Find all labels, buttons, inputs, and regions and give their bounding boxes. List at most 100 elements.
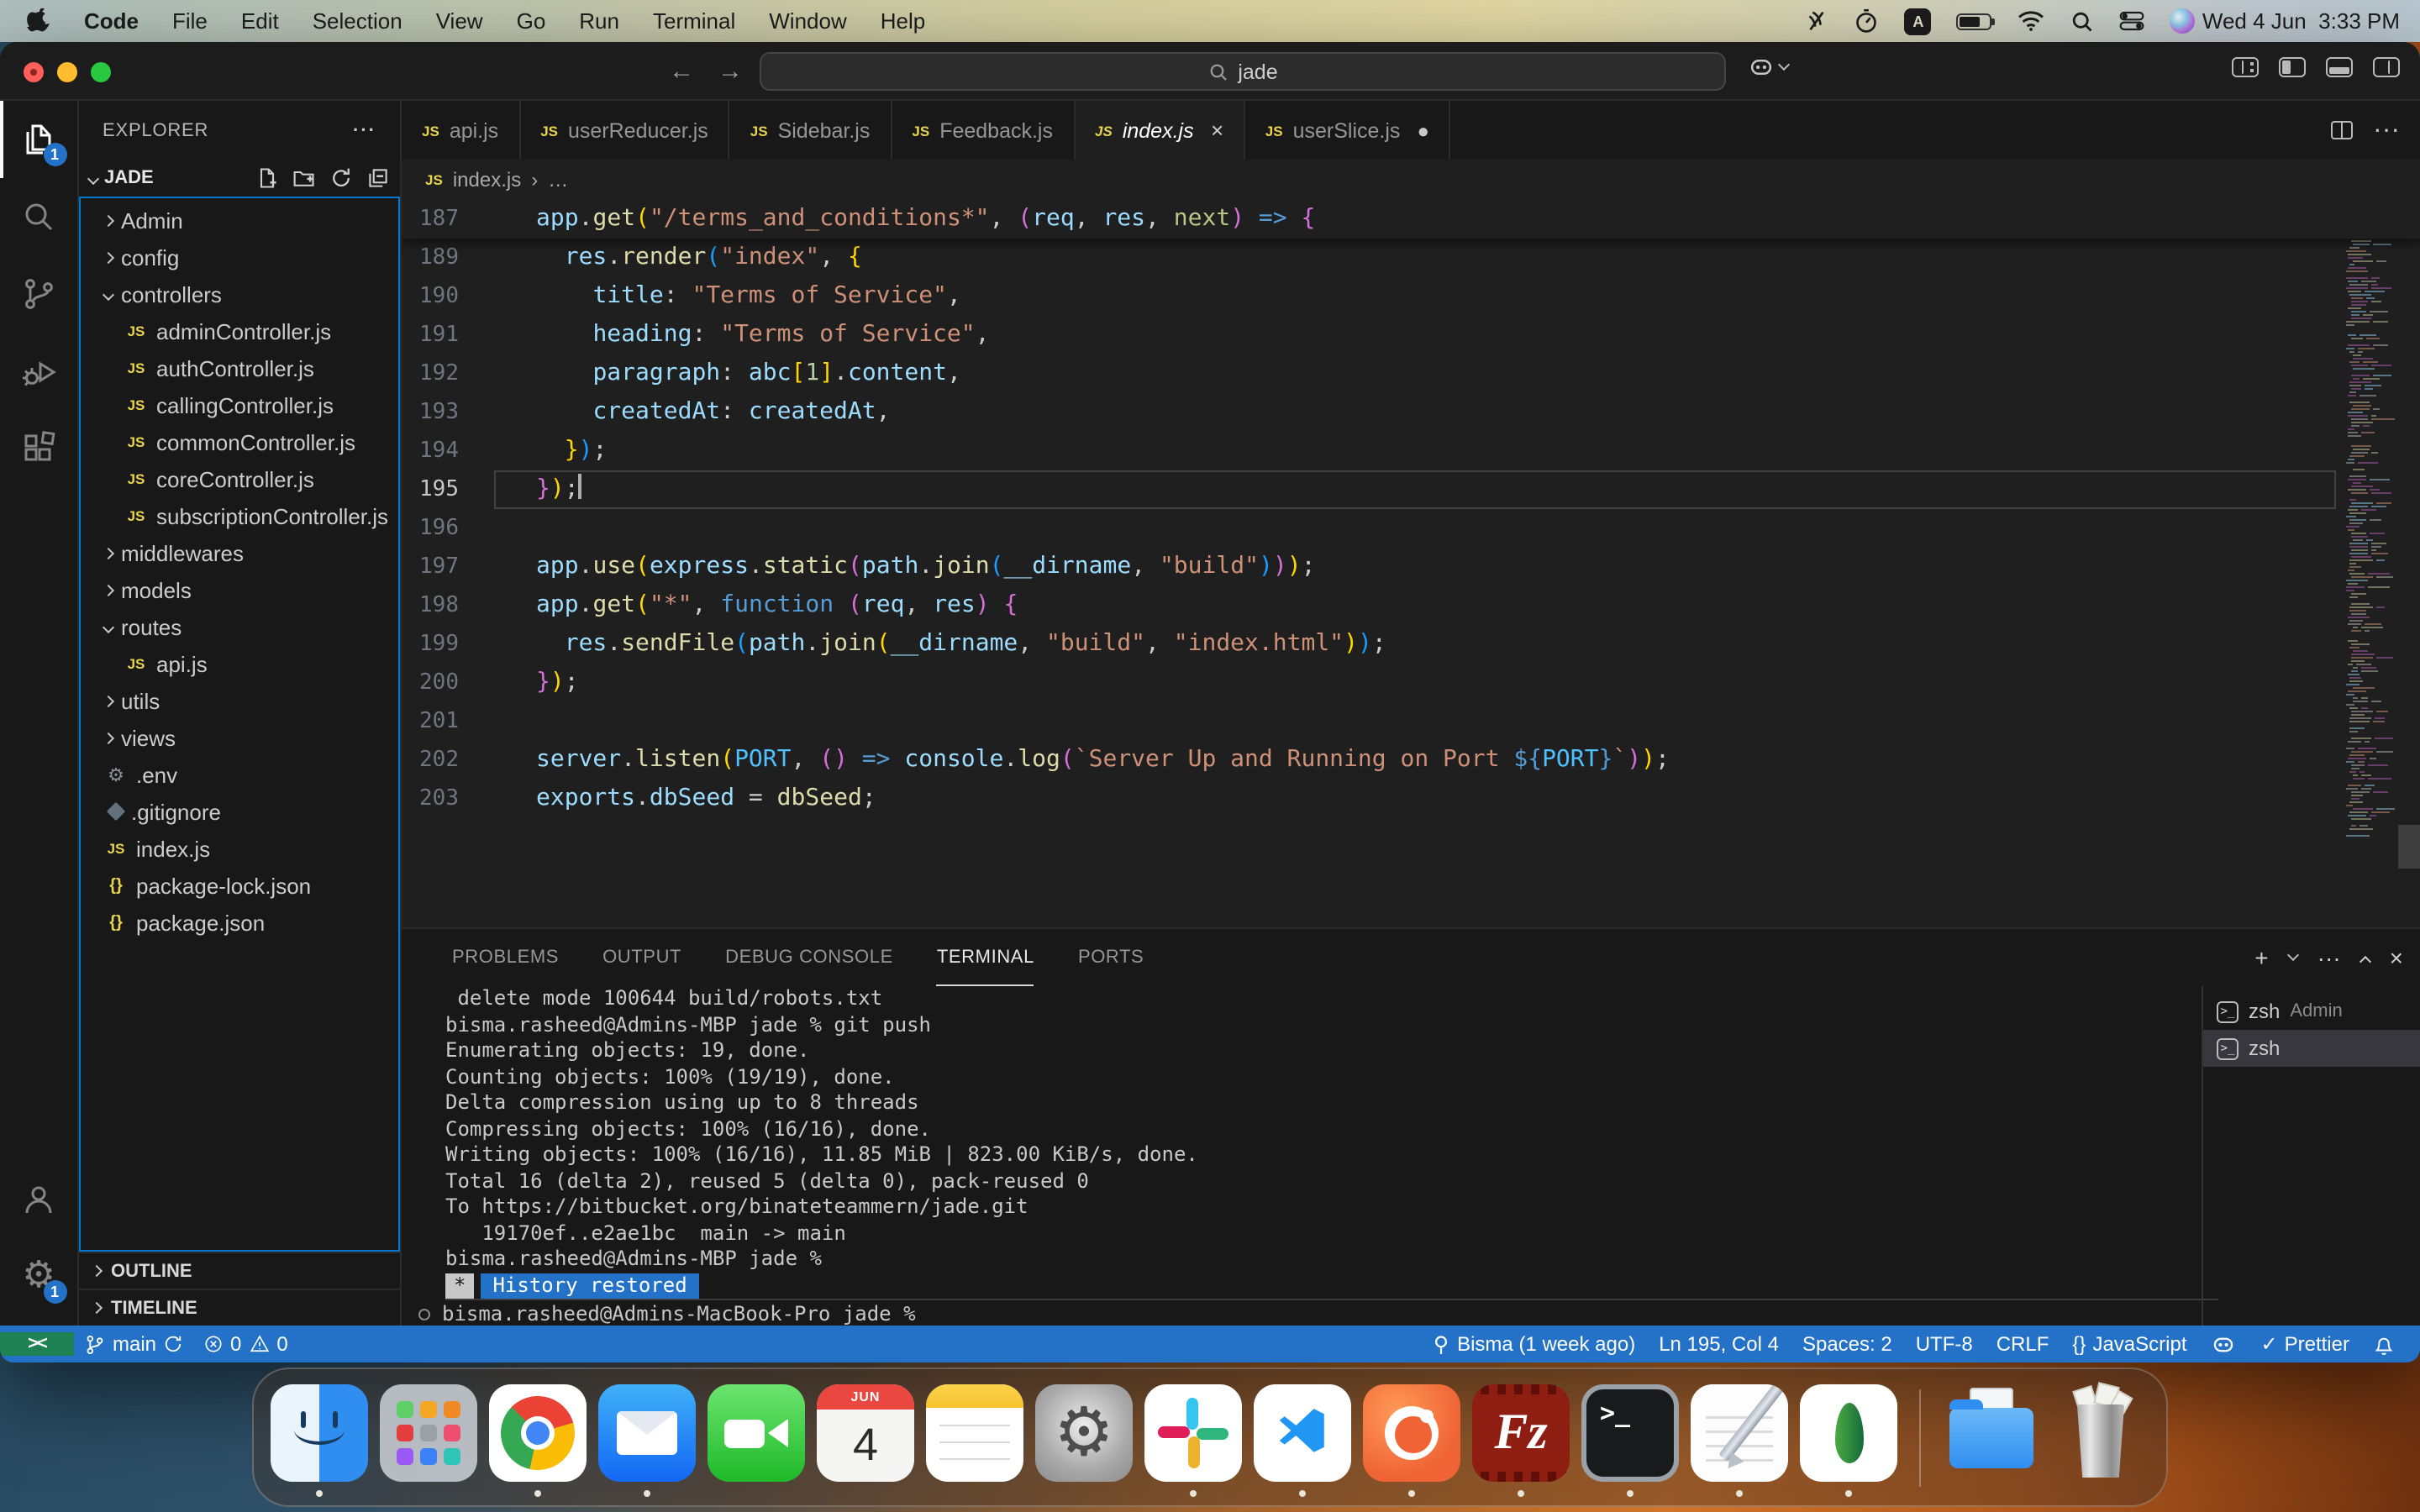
dock-calendar-icon[interactable]: JUN4 (817, 1378, 914, 1496)
gitlens-blame[interactable]: Bisma (1 week ago) (1420, 1332, 1647, 1356)
control-center-icon[interactable] (2120, 10, 2145, 32)
tree-item-callingcontroller-js[interactable]: JScallingController.js (81, 386, 398, 423)
formatter-status[interactable]: ✓ Prettier (2249, 1332, 2362, 1356)
editor-scrollbar-thumb[interactable] (2398, 825, 2420, 869)
spotlight-icon[interactable] (2071, 9, 2095, 33)
toggle-secondary-sidebar-icon[interactable] (2373, 57, 2400, 77)
code-line-195[interactable]: 195}); (402, 470, 2420, 509)
copilot-status-icon[interactable] (2199, 1333, 2249, 1355)
dock-postman-icon[interactable] (1363, 1378, 1460, 1496)
tree-item--gitignore[interactable]: .gitignore (81, 793, 398, 830)
new-file-icon[interactable] (255, 166, 279, 190)
timeline-section[interactable]: TIMELINE (79, 1289, 400, 1326)
code-line-190[interactable]: 190 title: "Terms of Service", (402, 277, 2420, 316)
eol-status[interactable]: CRLF (1985, 1332, 2061, 1356)
menu-item-terminal[interactable]: Terminal (636, 8, 752, 34)
menu-item-go[interactable]: Go (500, 8, 563, 34)
dock-terminal-icon[interactable]: >_ (1581, 1378, 1679, 1496)
code-line-196[interactable]: 196 (402, 509, 2420, 548)
panel-tab-problems[interactable]: PROBLEMS (452, 929, 559, 986)
code-line-194[interactable]: 194 }); (402, 432, 2420, 470)
new-folder-icon[interactable] (292, 166, 316, 190)
close-tab-icon[interactable]: × (1211, 118, 1223, 143)
dock-notes-icon[interactable] (926, 1378, 1023, 1496)
tree-item-package-lock-json[interactable]: {}package-lock.json (81, 867, 398, 904)
mute-icon[interactable] (1804, 8, 1829, 34)
encoding-status[interactable]: UTF-8 (1904, 1332, 1985, 1356)
tree-item-subscriptioncontroller-js[interactable]: JSsubscriptionController.js (81, 497, 398, 534)
breadcrumb-file[interactable]: index.js (453, 168, 521, 192)
remote-indicator[interactable]: >< (0, 1332, 74, 1356)
command-center-search[interactable]: jade (760, 52, 1726, 91)
activity-run-debug-icon[interactable] (0, 333, 78, 410)
navigate-forward-icon[interactable]: → (718, 57, 743, 86)
activity-explorer-icon[interactable]: 1 (0, 101, 78, 178)
new-terminal-icon[interactable]: + (2254, 944, 2268, 971)
tree-item--env[interactable]: ⚙.env (81, 756, 398, 793)
code-line-191[interactable]: 191 heading: "Terms of Service", (402, 316, 2420, 354)
dock-textedit-icon[interactable] (1691, 1378, 1788, 1496)
apple-menu-icon[interactable] (20, 8, 57, 34)
code-line-203[interactable]: 203exports.dbSeed = dbSeed; (402, 780, 2420, 818)
terminal-prompt-line[interactable]: bisma.rasheed@Admins-MacBook-Pro jade % (445, 1298, 2218, 1328)
code-line-193[interactable]: 193 createdAt: createdAt, (402, 393, 2420, 432)
tree-item-commoncontroller-js[interactable]: JScommonController.js (81, 423, 398, 460)
code-line-192[interactable]: 192 paragraph: abc[1].content, (402, 354, 2420, 393)
siri-icon[interactable] (2170, 8, 2196, 34)
sticky-scroll-line[interactable]: 187app.get("/terms_and_conditions*", (re… (402, 200, 2420, 239)
menu-item-help[interactable]: Help (864, 8, 943, 34)
tree-item-utils[interactable]: utils (81, 682, 398, 719)
zoom-window-button[interactable] (91, 61, 111, 81)
split-editor-icon[interactable] (2331, 121, 2353, 139)
panel-tab-ports[interactable]: PORTS (1078, 929, 1144, 986)
editor-tab-index.js[interactable]: JSindex.js× (1075, 101, 1245, 160)
manage-gear-icon[interactable]: ⚙ 1 (0, 1238, 78, 1315)
customize-layout-icon[interactable] (2232, 57, 2259, 77)
code-line-200[interactable]: 200}); (402, 664, 2420, 702)
menu-bar-clock[interactable]: Wed 4 Jun 3:33 PM (2202, 8, 2400, 34)
toggle-panel-icon[interactable] (2326, 57, 2353, 77)
panel-more-actions-icon[interactable]: ··· (2317, 944, 2341, 971)
tree-item-api-js[interactable]: JSapi.js (81, 645, 398, 682)
panel-tab-terminal[interactable]: TERMINAL (937, 929, 1034, 986)
editor-tab-userReducer.js[interactable]: JSuserReducer.js (520, 101, 730, 160)
explorer-more-actions-icon[interactable]: ··· (353, 120, 376, 140)
battery-icon[interactable] (1957, 13, 1992, 29)
dock-finder-icon[interactable] (271, 1378, 368, 1496)
dock-filezilla-icon[interactable]: Fz (1472, 1378, 1570, 1496)
notifications-bell-icon[interactable] (2361, 1333, 2407, 1355)
navigate-back-icon[interactable]: ← (669, 57, 694, 86)
menu-item-window[interactable]: Window (752, 8, 864, 34)
code-line-199[interactable]: 199 res.sendFile(path.join(__dirname, "b… (402, 625, 2420, 664)
tree-item-admincontroller-js[interactable]: JSadminController.js (81, 312, 398, 349)
code-line-198[interactable]: 198app.get("*", function (req, res) { (402, 586, 2420, 625)
close-panel-icon[interactable]: × (2390, 944, 2403, 971)
problems-status[interactable]: 0 0 (193, 1332, 298, 1356)
editor-tab-Sidebar.js[interactable]: JSSidebar.js (730, 101, 892, 160)
dock-mail-icon[interactable] (598, 1378, 696, 1496)
tree-item-views[interactable]: views (81, 719, 398, 756)
tree-item-controllers[interactable]: controllers (81, 276, 398, 312)
dock-vscode-icon[interactable] (1254, 1378, 1351, 1496)
toggle-primary-sidebar-icon[interactable] (2279, 57, 2306, 77)
git-branch-status[interactable]: main (74, 1332, 193, 1356)
panel-tab-debug-console[interactable]: DEBUG CONSOLE (725, 929, 893, 986)
terminal-instance-1[interactable]: >_zshAdmin (2203, 993, 2420, 1030)
collapse-folders-icon[interactable] (366, 166, 390, 190)
copilot-menu[interactable] (1748, 55, 1788, 79)
menu-item-run[interactable]: Run (562, 8, 636, 34)
activity-extensions-icon[interactable] (0, 410, 78, 487)
stopwatch-icon[interactable] (1854, 8, 1880, 34)
sticky-code-line[interactable]: 187app.get("/terms_and_conditions*", (re… (402, 200, 2420, 239)
tree-item-admin[interactable]: Admin (81, 202, 398, 239)
code-editor[interactable]: 187app.get("/terms_and_conditions*", (re… (402, 200, 2420, 927)
workspace-section-jade[interactable]: JADE (79, 160, 400, 197)
terminal-output[interactable]: delete mode 100644 build/robots.txtbisma… (402, 986, 2202, 1326)
language-mode[interactable]: {} JavaScript (2060, 1332, 2198, 1356)
code-line-197[interactable]: 197app.use(express.static(path.join(__di… (402, 548, 2420, 586)
tree-item-authcontroller-js[interactable]: JSauthController.js (81, 349, 398, 386)
dock-trash-icon[interactable] (2052, 1378, 2149, 1496)
terminal-dropdown-icon[interactable] (2287, 949, 2299, 961)
dock-settings-icon[interactable]: ⚙ (1035, 1378, 1133, 1496)
dock-launchpad-icon[interactable] (380, 1378, 477, 1496)
